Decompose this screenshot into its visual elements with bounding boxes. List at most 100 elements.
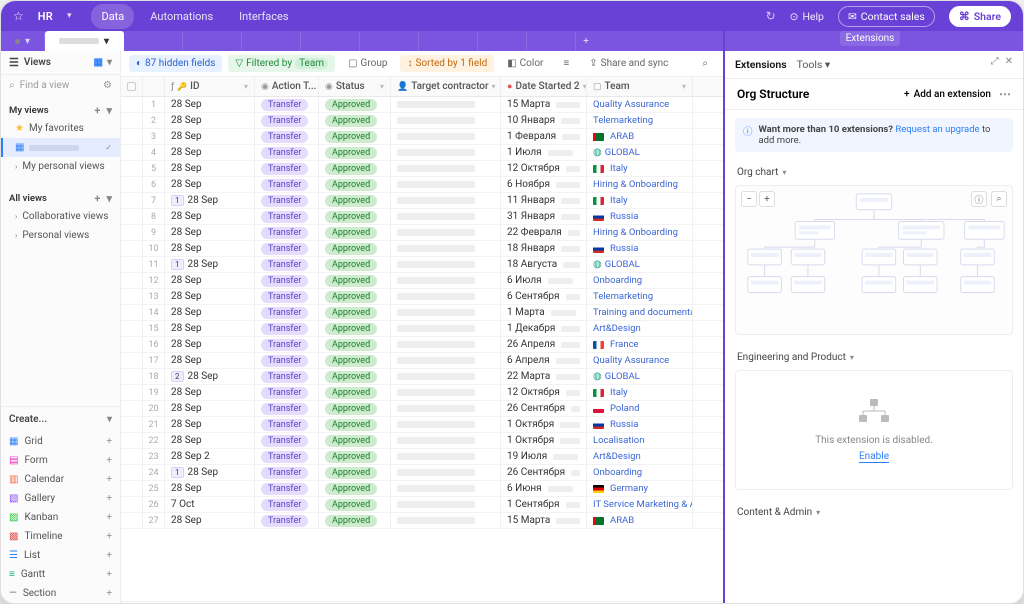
- table-row[interactable]: 1728 SepTransferApproved6 АпреляQuality …: [121, 353, 723, 369]
- table-tab[interactable]: [360, 31, 419, 51]
- chevron-down-icon[interactable]: ▾: [106, 192, 112, 205]
- table-row[interactable]: 7128 SepTransferApproved11 ЯнваряItaly: [121, 193, 723, 209]
- nav-tab-interfaces[interactable]: Interfaces: [229, 4, 298, 29]
- add-icon[interactable]: +: [94, 192, 100, 205]
- column-date[interactable]: ●Date Started 2▾: [501, 77, 587, 96]
- column-id[interactable]: ƒ🔑ID▾: [165, 77, 255, 96]
- collab-views-item[interactable]: ›Collaborative views: [1, 207, 120, 226]
- group-chip[interactable]: ▢Group: [341, 55, 394, 72]
- search-icon[interactable]: ⌕: [695, 55, 715, 72]
- create-calendar[interactable]: ▥Calendar+: [1, 470, 120, 489]
- table-tab[interactable]: [183, 31, 242, 51]
- help-button[interactable]: ⊙Help: [790, 10, 824, 23]
- table-row[interactable]: 928 SepTransferApproved22 ФевраляHiring …: [121, 225, 723, 241]
- more-icon[interactable]: ⋯: [999, 87, 1011, 101]
- chevron-down-icon[interactable]: ▾: [106, 104, 112, 117]
- history-icon[interactable]: ↻: [766, 9, 776, 23]
- add-extension-button[interactable]: +Add an extension: [904, 89, 991, 100]
- share-sync-chip[interactable]: ⇪Share and sync: [582, 55, 675, 72]
- panel-tab-extensions[interactable]: Extensions: [735, 56, 787, 73]
- table-row[interactable]: 1928 SepTransferApproved12 ОктябряItaly: [121, 385, 723, 401]
- personal-views-item[interactable]: ›My personal views: [1, 157, 120, 176]
- table-row[interactable]: 267 OctTransferApproved1 СентябряIT Serv…: [121, 497, 723, 513]
- grid-view-icon[interactable]: ▦: [94, 57, 103, 68]
- add-icon[interactable]: +: [94, 104, 100, 117]
- base-name[interactable]: HR: [38, 10, 53, 23]
- my-views-header[interactable]: My views: [9, 105, 49, 116]
- table-row[interactable]: 1628 SepTransferApproved26 АпреляFrance: [121, 337, 723, 353]
- table-row[interactable]: 528 SepTransferApproved12 ОктябряItaly: [121, 161, 723, 177]
- table-row[interactable]: 828 SepTransferApproved31 ЯнваряRussia: [121, 209, 723, 225]
- table-row[interactable]: 1328 SepTransferApproved6 СентябряTelema…: [121, 289, 723, 305]
- table-row[interactable]: 2228 SepTransferApproved1 ОктябряLocalis…: [121, 433, 723, 449]
- find-view-input[interactable]: ⌕ Find a view ⚙: [1, 75, 120, 96]
- sort-chip[interactable]: ↕Sorted by 1 field: [400, 55, 494, 72]
- table-row[interactable]: 1528 SepTransferApproved1 ДекабряArt&Des…: [121, 321, 723, 337]
- table-row[interactable]: 2328 Sep 2TransferApproved19 ИюляArt&Des…: [121, 449, 723, 465]
- chevron-down-icon[interactable]: ▾: [107, 57, 112, 68]
- table-row[interactable]: 24128 SepTransferApproved26 СентябряOnbo…: [121, 465, 723, 481]
- favorite-star-icon[interactable]: ☆: [13, 9, 24, 23]
- enable-button[interactable]: Enable: [859, 451, 889, 463]
- table-tab-active[interactable]: ▾: [45, 31, 124, 51]
- panel-tab-tools[interactable]: Tools ▾: [797, 56, 831, 73]
- table-row[interactable]: 2728 SepTransferApproved15 МартаARAB: [121, 513, 723, 529]
- row-height-chip[interactable]: ≡: [556, 55, 576, 72]
- table-row[interactable]: 11128 SepTransferApproved18 Августа◍ GLO…: [121, 257, 723, 273]
- table-tab[interactable]: [242, 31, 301, 51]
- selected-view[interactable]: ▦✓: [1, 138, 120, 157]
- table-tab[interactable]: [478, 31, 527, 51]
- create-kanban[interactable]: ▨Kanban+: [1, 508, 120, 527]
- table-row[interactable]: 2128 SepTransferApproved1 ОктябряRussia: [121, 417, 723, 433]
- column-action[interactable]: ◉Action T...▾: [255, 77, 319, 96]
- favorites-item[interactable]: ★My favorites: [1, 119, 120, 138]
- nav-tab-automations[interactable]: Automations: [140, 4, 223, 29]
- table-row[interactable]: 128 SepTransferApproved15 МартаQuality A…: [121, 97, 723, 113]
- personal-views-item-2[interactable]: ›Personal views: [1, 226, 120, 245]
- create-header[interactable]: Create...: [9, 414, 47, 425]
- color-chip[interactable]: ◧Color: [500, 55, 550, 72]
- table-row[interactable]: 1228 SepTransferApproved6 ИюляOnboarding: [121, 273, 723, 289]
- add-row[interactable]: + ⤢ Add...: [121, 601, 723, 603]
- column-status[interactable]: ◉Status▾: [319, 77, 391, 96]
- ext-content-header[interactable]: Content & Admin: [737, 507, 812, 518]
- create-timeline[interactable]: ▩Timeline+: [1, 527, 120, 546]
- table-row[interactable]: 428 SepTransferApproved1 Июля◍ GLOBAL: [121, 145, 723, 161]
- create-gallery[interactable]: ▧Gallery+: [1, 489, 120, 508]
- table-tab[interactable]: [527, 31, 576, 51]
- table-row[interactable]: 1428 SepTransferApproved1 МартаTraining …: [121, 305, 723, 321]
- create-gantt[interactable]: ≡Gantt+: [1, 565, 120, 584]
- table-tab[interactable]: ▾: [1, 31, 45, 51]
- request-upgrade-link[interactable]: Request an upgrade: [895, 124, 979, 135]
- close-icon[interactable]: ✕: [1005, 56, 1013, 73]
- table-row[interactable]: 328 SepTransferApproved1 ФевраляARAB: [121, 129, 723, 145]
- create-section[interactable]: —Section+: [1, 584, 120, 603]
- table-tab[interactable]: [124, 31, 183, 51]
- create-form[interactable]: ▤Form+: [1, 451, 120, 470]
- chevron-down-icon[interactable]: ▾: [107, 414, 112, 425]
- settings-icon[interactable]: ⚙: [103, 80, 112, 91]
- create-list[interactable]: ☰List+: [1, 546, 120, 565]
- filter-chip[interactable]: ▽Filtered by Team: [228, 55, 335, 72]
- orgchart-preview[interactable]: −+ ⓘ⌕: [735, 185, 1013, 335]
- select-all-checkbox[interactable]: [127, 82, 136, 91]
- table-row[interactable]: 228 SepTransferApproved10 ЯнваряTelemark…: [121, 113, 723, 129]
- table-row[interactable]: 1028 SepTransferApproved18 ЯнваряRussia: [121, 241, 723, 257]
- base-menu-chevron-icon[interactable]: ▾: [67, 11, 72, 21]
- ext-eng-header[interactable]: Engineering and Product: [737, 352, 846, 363]
- contact-sales-button[interactable]: ✉Contact sales: [838, 6, 935, 27]
- table-row[interactable]: 628 SepTransferApproved6 НоябряHiring & …: [121, 177, 723, 193]
- hidden-fields-chip[interactable]: ◐87 hidden fields: [129, 55, 222, 72]
- nav-tab-data[interactable]: Data: [91, 4, 134, 29]
- create-grid[interactable]: ▦Grid+: [1, 432, 120, 451]
- table-row[interactable]: 2528 SepTransferApproved6 ИюняGermany: [121, 481, 723, 497]
- column-team[interactable]: ▢Team▾: [587, 77, 693, 96]
- table-row[interactable]: 18228 SepTransferApproved22 Марта◍ GLOBA…: [121, 369, 723, 385]
- table-tab[interactable]: [419, 31, 478, 51]
- add-table-button[interactable]: +: [576, 31, 596, 51]
- table-row[interactable]: 2028 SepTransferApproved26 СентябряPolan…: [121, 401, 723, 417]
- share-button[interactable]: ⌘Share: [949, 6, 1011, 27]
- column-target[interactable]: 👤Target contractor▾: [391, 77, 501, 96]
- extensions-toggle[interactable]: Extensions: [840, 31, 901, 46]
- table-tab[interactable]: [301, 31, 360, 51]
